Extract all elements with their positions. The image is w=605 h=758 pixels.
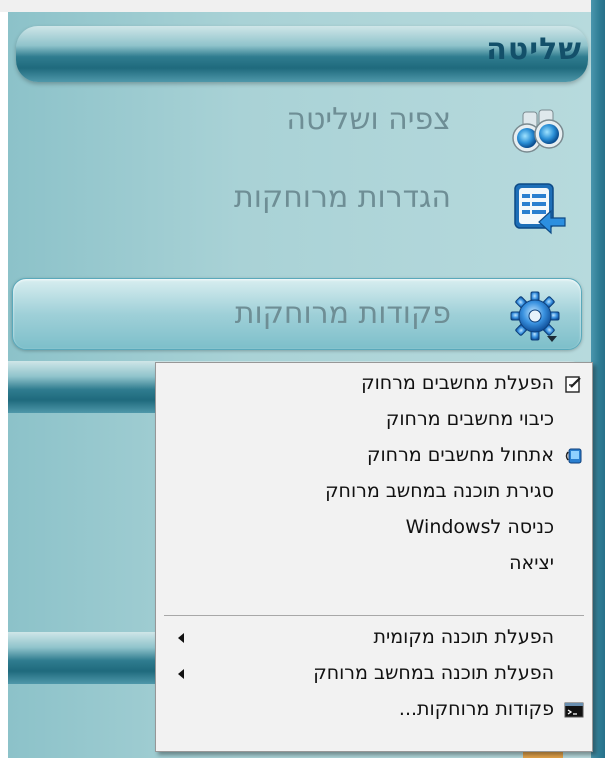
gear-icon <box>507 286 567 346</box>
menu-item-label: יציאה <box>509 552 554 574</box>
menu-item-label: אתחול מחשבים מרחוק <box>367 444 554 466</box>
menu-item-shutdown[interactable]: כיבוי מחשבים מרחוק <box>156 405 592 435</box>
menu-item-logout[interactable]: יציאה <box>156 549 592 579</box>
menu-item-run-remote-app[interactable]: הפעלת תוכנה במחשב מרוחק <box>156 659 592 689</box>
panel-title: שליטה <box>486 32 582 67</box>
menu-item-run-local-app[interactable]: הפעלת תוכנה מקומית <box>156 623 592 653</box>
menu-item-close-remote-app[interactable]: סגירת תוכנה במחשב מרוחק <box>156 477 592 507</box>
menu-item-label: כניסה לWindows <box>405 516 554 538</box>
menu-item-remote-commands[interactable]: פקודות מרוחקות... <box>156 695 592 725</box>
menu-item-power-on[interactable]: הפעלת מחשבים מרחוק <box>156 369 592 399</box>
nav-item-label: צפיה ושליטה <box>286 102 451 137</box>
menu-item-windows-login[interactable]: כניסה לWindows <box>156 513 592 543</box>
nav-item-remote-settings[interactable]: הגדרות מרוחקות <box>8 168 591 248</box>
menu-item-label: הפעלת מחשבים מרחוק <box>361 372 554 394</box>
submenu-arrow-icon <box>178 669 184 679</box>
window-top-edge <box>0 0 605 12</box>
nav-item-label: הגדרות מרוחקות <box>234 180 451 215</box>
window-right-edge <box>591 0 605 758</box>
power-on-icon <box>564 374 584 394</box>
submenu-arrow-icon <box>178 633 184 643</box>
command-prompt-icon <box>564 700 584 720</box>
context-menu: הפעלת מחשבים מרחוק כיבוי מחשבים מרחוק את… <box>155 362 593 752</box>
menu-item-label: הפעלת תוכנה במחשב מרוחק <box>313 662 554 684</box>
settings-list-icon <box>507 178 567 238</box>
nav-item-view-control[interactable]: צפיה ושליטה <box>8 88 591 168</box>
menu-item-label: הפעלת תוכנה מקומית <box>373 626 554 648</box>
binoculars-icon <box>507 100 567 160</box>
nav-item-remote-commands[interactable]: פקודות מרוחקות <box>8 274 591 354</box>
left-margin <box>0 12 8 758</box>
menu-separator <box>164 615 584 616</box>
menu-item-label: סגירת תוכנה במחשב מרוחק <box>325 480 554 502</box>
nav-item-label: פקודות מרוחקות <box>234 296 451 331</box>
restart-icon <box>564 446 584 466</box>
menu-item-restart[interactable]: אתחול מחשבים מרחוק <box>156 441 592 471</box>
panel-header[interactable]: שליטה <box>16 26 588 82</box>
menu-item-label: כיבוי מחשבים מרחוק <box>385 408 554 430</box>
menu-item-label: פקודות מרוחקות... <box>398 698 554 720</box>
